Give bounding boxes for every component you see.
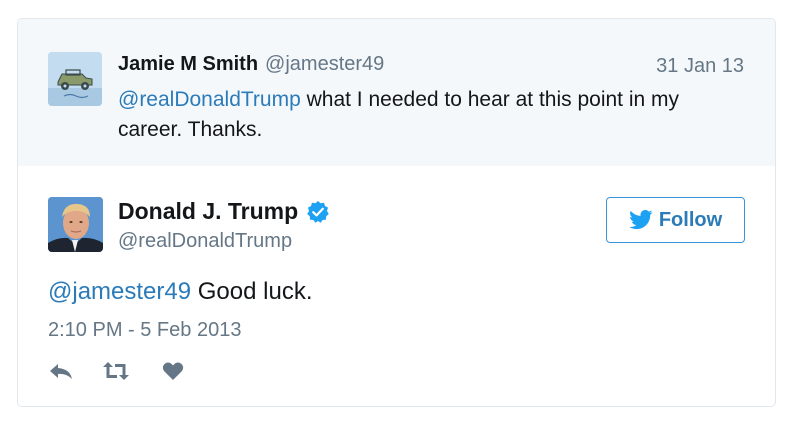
embedded-tweet-card: Jamie M Smith @jamester49 31 Jan 13 @rea… (17, 18, 776, 407)
follow-button[interactable]: Follow (606, 197, 745, 243)
main-tweet-text: @jamester49 Good luck. (48, 278, 313, 306)
main-text-body: Good luck. (191, 278, 313, 305)
main-name-row: Donald J. Trump (118, 198, 330, 225)
jeep-avatar-icon (48, 52, 102, 106)
retweet-icon[interactable] (102, 359, 130, 383)
quoted-parent-tweet[interactable]: Jamie M Smith @jamester49 31 Jan 13 @rea… (18, 19, 775, 166)
parent-mention-link[interactable]: @realDonaldTrump (118, 88, 301, 111)
main-author-handle[interactable]: @realDonaldTrump (118, 230, 292, 253)
parent-author-name[interactable]: Jamie M Smith (118, 53, 258, 76)
parent-author-handle[interactable]: @jamester49 (265, 53, 384, 76)
main-author-name[interactable]: Donald J. Trump (118, 198, 298, 225)
reply-icon[interactable] (48, 359, 74, 383)
portrait-avatar-icon (48, 197, 103, 252)
main-tweet: Donald J. Trump @realDonaldTrump Follow … (18, 166, 775, 406)
twitter-bird-icon (628, 210, 653, 230)
main-avatar[interactable] (48, 197, 103, 252)
like-icon[interactable] (161, 359, 185, 383)
follow-label: Follow (658, 208, 723, 231)
main-mention-link[interactable]: @jamester49 (48, 278, 191, 305)
parent-date[interactable]: 31 Jan 13 (656, 55, 744, 78)
parent-tweet-text: @realDonaldTrump what I needed to hear a… (118, 85, 718, 145)
parent-avatar[interactable] (48, 52, 102, 106)
tweet-timestamp[interactable]: 2:10 PM - 5 Feb 2013 (48, 319, 241, 342)
verified-badge-icon (307, 200, 329, 223)
parent-header: Jamie M Smith @jamester49 (118, 53, 384, 81)
tweet-actions (48, 359, 185, 383)
